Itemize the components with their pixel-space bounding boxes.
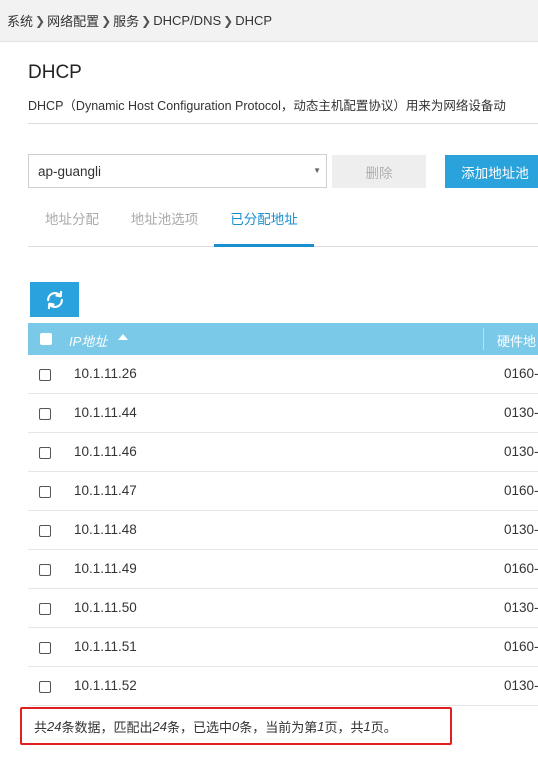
table-row[interactable]: 10.1.11.49 0160-	[28, 550, 538, 589]
cell-ip: 10.1.11.49	[74, 561, 137, 576]
table-row[interactable]: 10.1.11.51 0160-	[28, 628, 538, 667]
cell-ip: 10.1.11.51	[74, 639, 137, 654]
row-checkbox[interactable]	[39, 408, 51, 420]
cell-ip: 10.1.11.44	[74, 405, 137, 420]
table-row[interactable]: 10.1.11.48 0130-	[28, 511, 538, 550]
table-row[interactable]: 10.1.11.46 0130-	[28, 433, 538, 472]
column-header-ip[interactable]: IP地址	[69, 331, 107, 350]
cell-ip: 10.1.11.52	[74, 678, 137, 693]
table-header: IP地址 硬件地	[28, 323, 538, 355]
chevron-right-icon: ❯	[35, 13, 46, 28]
row-checkbox[interactable]	[39, 525, 51, 537]
chevron-right-icon: ❯	[223, 13, 234, 28]
table-summary: 共 24 条数据，匹配出 24 条，已选中 0 条，当前为第 1 页，共 1 页。	[20, 707, 452, 745]
chevron-right-icon: ❯	[141, 13, 152, 28]
select-all-checkbox[interactable]	[40, 333, 52, 345]
refresh-icon	[46, 290, 63, 309]
cell-hardware: 0160-	[504, 366, 538, 381]
table-row[interactable]: 10.1.11.47 0160-	[28, 472, 538, 511]
cell-ip: 10.1.11.50	[74, 600, 137, 615]
cell-hardware: 0130-	[504, 600, 538, 615]
column-header-hardware[interactable]: 硬件地	[497, 331, 536, 350]
tab-bar: 地址分配 地址池选项 已分配地址	[28, 204, 538, 247]
chevron-right-icon: ❯	[101, 13, 112, 28]
cell-hardware: 0160-	[504, 561, 538, 576]
page-title: DHCP	[28, 62, 82, 83]
current-page: 1	[317, 718, 325, 734]
summary-text: 页，共	[324, 719, 364, 735]
table-row[interactable]: 10.1.11.52 0130-	[28, 667, 538, 706]
cell-ip: 10.1.11.26	[74, 366, 137, 381]
summary-text: 条，已选中	[166, 719, 232, 735]
cell-hardware: 0130-	[504, 522, 538, 537]
breadcrumb-dhcp-dns[interactable]: DHCP/DNS	[153, 13, 221, 28]
cell-ip: 10.1.11.48	[74, 522, 137, 537]
address-pool-select[interactable]: ap-guangli ▼	[28, 154, 327, 188]
cell-hardware: 0130-	[504, 444, 538, 459]
row-checkbox[interactable]	[39, 681, 51, 693]
delete-button[interactable]: 删除	[332, 155, 426, 188]
divider	[28, 123, 538, 124]
summary-text: 条，当前为第	[239, 719, 318, 735]
matched-count: 24	[152, 718, 167, 734]
row-checkbox[interactable]	[39, 564, 51, 576]
column-divider	[483, 328, 484, 350]
table-row[interactable]: 10.1.11.44 0130-	[28, 394, 538, 433]
tab-assigned-addresses[interactable]: 已分配地址	[214, 204, 314, 247]
breadcrumb-network-config[interactable]: 网络配置	[47, 11, 99, 30]
tab-address-allocation[interactable]: 地址分配	[44, 204, 100, 244]
sort-asc-icon[interactable]	[118, 334, 128, 340]
cell-hardware: 0130-	[504, 405, 538, 420]
selected-count: 0	[231, 718, 240, 734]
summary-text: 共	[34, 719, 48, 735]
table-row[interactable]: 10.1.11.50 0130-	[28, 589, 538, 628]
row-checkbox[interactable]	[39, 603, 51, 615]
breadcrumb-system[interactable]: 系统	[7, 11, 33, 30]
dropdown-arrow-icon: ▼	[313, 166, 321, 175]
row-checkbox[interactable]	[39, 369, 51, 381]
summary-text: 条数据，匹配出	[61, 719, 153, 735]
tab-address-pool-options[interactable]: 地址池选项	[129, 204, 200, 244]
cell-ip: 10.1.11.47	[74, 483, 137, 498]
total-pages: 1	[363, 718, 371, 734]
summary-text: 页。	[370, 719, 397, 735]
cell-hardware: 0130-	[504, 678, 538, 693]
cell-ip: 10.1.11.46	[74, 444, 137, 459]
breadcrumb-services[interactable]: 服务	[113, 11, 139, 30]
total-count: 24	[47, 718, 62, 734]
assigned-address-table: IP地址 硬件地 10.1.11.26 0160- 10.1.11.44 013…	[28, 323, 538, 706]
row-checkbox[interactable]	[39, 486, 51, 498]
breadcrumb-dhcp: DHCP	[235, 13, 273, 28]
row-checkbox[interactable]	[39, 447, 51, 459]
cell-hardware: 0160-	[504, 639, 538, 654]
refresh-button[interactable]	[30, 282, 79, 317]
cell-hardware: 0160-	[504, 483, 538, 498]
row-checkbox[interactable]	[39, 642, 51, 654]
add-address-pool-button[interactable]: 添加地址池	[445, 155, 538, 188]
address-pool-select-value: ap-guangli	[38, 163, 102, 179]
table-row[interactable]: 10.1.11.26 0160-	[28, 355, 538, 394]
page-description: DHCP（Dynamic Host Configuration Protocol…	[28, 99, 506, 113]
breadcrumb: 系统 ❯ 网络配置 ❯ 服务 ❯ DHCP/DNS ❯ DHCP	[0, 0, 538, 42]
